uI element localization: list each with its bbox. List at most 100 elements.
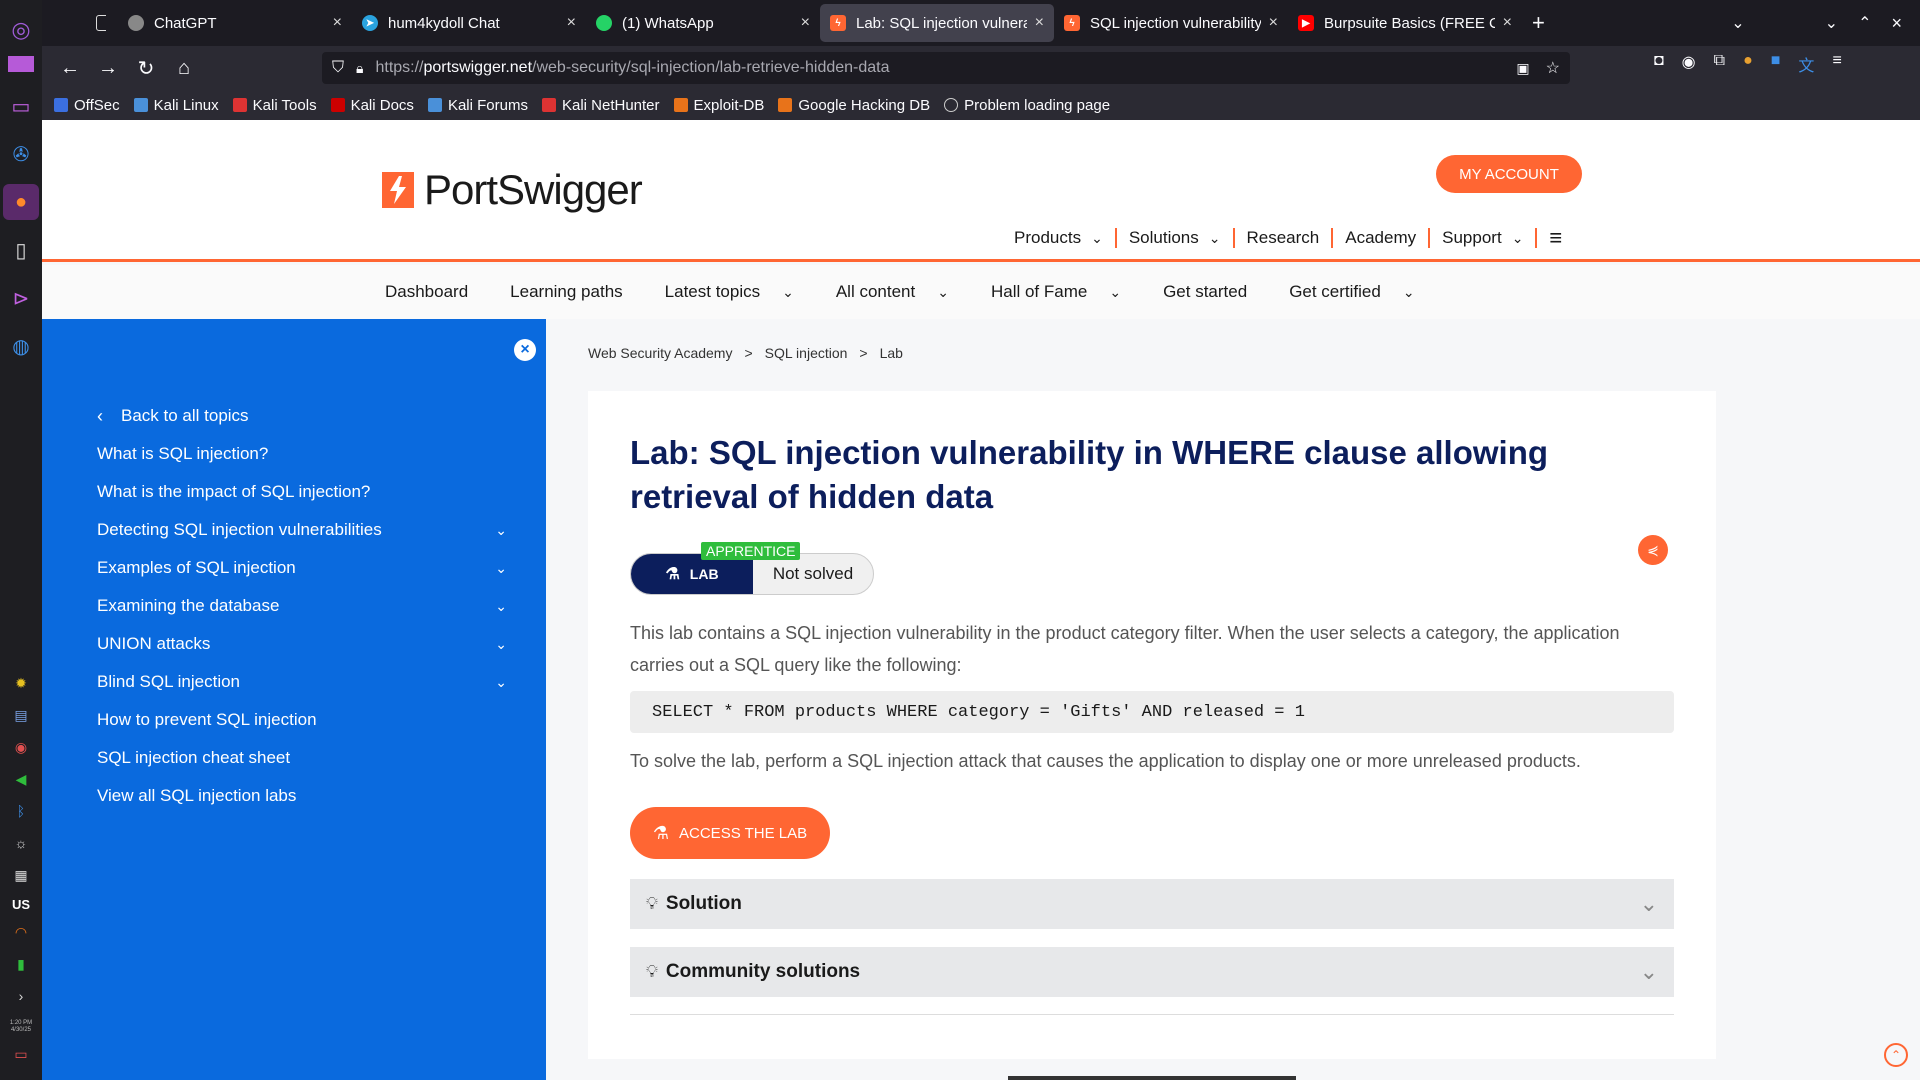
storage-icon[interactable]: ▦ xyxy=(9,863,33,887)
expand-icon[interactable]: › xyxy=(9,984,33,1008)
back-icon[interactable]: ← xyxy=(52,52,88,84)
close-icon[interactable]: × xyxy=(1035,14,1044,32)
tab-youtube-burpsuite[interactable]: ▶ Burpsuite Basics (FREE Co × xyxy=(1288,4,1522,42)
close-icon[interactable]: × xyxy=(801,14,810,32)
account-icon[interactable]: ◉ xyxy=(1682,52,1696,76)
tab-lab-sql-injection[interactable]: ϟ Lab: SQL injection vulnerab × xyxy=(820,4,1054,42)
subnav-all-content[interactable]: All content ⌄ xyxy=(836,282,949,302)
solution-accordion[interactable]: 💡︎ Solution ⌄ xyxy=(630,879,1674,929)
sidebar-item[interactable]: Blind SQL injection ⌄ xyxy=(97,663,507,701)
breadcrumb-item[interactable]: SQL injection xyxy=(765,345,848,361)
sidebar-item[interactable]: Examples of SQL injection ⌄ xyxy=(97,549,507,587)
subnav-get-certified[interactable]: Get certified ⌄ xyxy=(1289,282,1414,302)
close-icon[interactable]: × xyxy=(333,14,342,32)
file-manager-icon[interactable]: ▭ xyxy=(3,88,39,124)
media-icon[interactable]: ◉ xyxy=(9,735,33,759)
list-tabs-icon[interactable]: ⌄ xyxy=(1721,4,1754,42)
bookmark-kali-docs[interactable]: Kali Docs xyxy=(330,97,414,114)
notification-icon[interactable]: ✹ xyxy=(9,671,33,695)
clock[interactable]: 1:20 PM 4/30/25 xyxy=(10,1020,32,1034)
chevron-down-icon[interactable]: ⌄ xyxy=(495,522,507,539)
bookmark-kali-linux[interactable]: Kali Linux xyxy=(133,97,219,114)
hamburger-menu-icon[interactable]: ≡ xyxy=(1537,225,1574,250)
reader-view-icon[interactable]: ▣ xyxy=(1516,60,1529,77)
home-icon[interactable]: ⌂ xyxy=(166,52,202,84)
access-lab-button[interactable]: ⚗ ACCESS THE LAB xyxy=(630,807,830,859)
tab-overview[interactable] xyxy=(42,4,106,42)
sidebar-item[interactable]: SQL injection cheat sheet xyxy=(97,739,507,777)
maximize-icon[interactable]: ⌃ xyxy=(1848,4,1881,42)
sidebar-item[interactable]: How to prevent SQL injection xyxy=(97,701,507,739)
terminal-icon[interactable]: ⊳ xyxy=(3,280,39,316)
bookmark-kali-forums[interactable]: Kali Forums xyxy=(427,97,528,114)
clipboard-icon[interactable]: ▤ xyxy=(9,703,33,727)
tab-sql-injection[interactable]: ϟ SQL injection vulnerability × xyxy=(1054,4,1288,42)
breadcrumb-item[interactable]: Web Security Academy xyxy=(588,345,732,361)
kali-app-icon[interactable]: ✇ xyxy=(3,136,39,172)
reload-icon[interactable]: ↻ xyxy=(128,52,164,84)
firefox-icon[interactable]: ● xyxy=(3,184,39,220)
tracking-protection-icon[interactable]: ⛉ xyxy=(332,59,344,77)
new-tab-button[interactable]: + xyxy=(1522,4,1555,42)
subnav-dashboard[interactable]: Dashboard xyxy=(385,282,468,302)
my-account-button[interactable]: MY ACCOUNT xyxy=(1436,155,1582,193)
nav-support[interactable]: Support ⌄ xyxy=(1430,228,1538,248)
extension-cookie-icon[interactable]: ● xyxy=(1743,52,1753,76)
subnav-learning-paths[interactable]: Learning paths xyxy=(510,282,622,302)
close-icon[interactable]: × xyxy=(1503,14,1512,32)
bookmark-kali-tools[interactable]: Kali Tools xyxy=(232,97,317,114)
tab-chatgpt[interactable]: ChatGPT × xyxy=(118,4,352,42)
sidebar-item[interactable]: Detecting SQL injection vulnerabilities ⌄ xyxy=(97,511,507,549)
sidebar-item[interactable]: UNION attacks ⌄ xyxy=(97,625,507,663)
bookmark-offsec[interactable]: OffSec xyxy=(54,97,120,114)
sidebar-item[interactable]: What is SQL injection? xyxy=(97,435,507,473)
close-window-icon[interactable]: × xyxy=(1881,4,1912,42)
community-solutions-accordion[interactable]: 💡︎ Community solutions ⌄ xyxy=(630,947,1674,997)
close-icon[interactable]: × xyxy=(1269,14,1278,32)
chevron-down-icon[interactable]: ⌄ xyxy=(495,636,507,653)
extension-blue-icon[interactable]: ■ xyxy=(1771,52,1781,76)
bluetooth-icon[interactable]: ᛒ xyxy=(9,799,33,823)
close-icon[interactable]: × xyxy=(567,14,576,32)
lock-icon[interactable]: 🔒︎ xyxy=(356,60,363,77)
workspace-icon[interactable] xyxy=(3,52,39,76)
menu-icon[interactable]: ≡ xyxy=(1832,52,1841,76)
pocket-icon[interactable]: ◘ xyxy=(1654,52,1664,76)
url-bar[interactable]: ⛉ 🔒︎ https://portswigger.net/web-securit… xyxy=(322,52,1570,84)
scroll-to-top-icon[interactable]: ⌃ xyxy=(1884,1043,1908,1067)
sidebar-item[interactable]: View all SQL injection labs xyxy=(97,777,507,815)
chevron-down-icon[interactable]: ⌄ xyxy=(495,674,507,691)
kali-menu-icon[interactable]: ◎ xyxy=(3,12,39,48)
nav-solutions[interactable]: Solutions ⌄ xyxy=(1117,228,1235,248)
text-editor-icon[interactable]: ▯ xyxy=(3,232,39,268)
chromium-icon[interactable]: ◍ xyxy=(3,328,39,364)
bookmark-google-hacking-db[interactable]: Google Hacking DB xyxy=(778,97,930,114)
nav-academy[interactable]: Academy xyxy=(1333,228,1431,248)
bookmark-problem-loading[interactable]: Problem loading page xyxy=(944,97,1110,114)
close-sidebar-icon[interactable]: × xyxy=(514,339,536,361)
subnav-latest-topics[interactable]: Latest topics ⌄ xyxy=(665,282,794,302)
translate-icon[interactable]: 文 xyxy=(1798,52,1814,76)
portswigger-logo[interactable]: PortSwigger xyxy=(382,166,643,214)
chevron-down-icon[interactable]: ⌄ xyxy=(495,560,507,577)
tab-telegram[interactable]: ➤ hum4kydoll Chat × xyxy=(352,4,586,42)
subnav-get-started[interactable]: Get started xyxy=(1163,282,1247,302)
nav-research[interactable]: Research xyxy=(1235,228,1334,248)
volume-icon[interactable]: ◀ xyxy=(9,767,33,791)
nav-products[interactable]: Products ⌄ xyxy=(1002,228,1117,248)
keyboard-layout[interactable]: US xyxy=(12,897,30,912)
chevron-down-icon[interactable]: ⌄ xyxy=(495,598,507,615)
show-desktop-icon[interactable]: ▭ xyxy=(9,1042,33,1066)
sidebar-item[interactable]: What is the impact of SQL injection? xyxy=(97,473,507,511)
share-icon[interactable]: ⋞ xyxy=(1638,535,1668,565)
sidebar-item[interactable]: Examining the database ⌄ xyxy=(97,587,507,625)
breadcrumb-item[interactable]: Lab xyxy=(880,345,903,361)
wifi-icon[interactable]: ◠ xyxy=(9,920,33,944)
tab-whatsapp[interactable]: (1) WhatsApp × xyxy=(586,4,820,42)
subnav-hall-of-fame[interactable]: Hall of Fame ⌄ xyxy=(991,282,1121,302)
battery-icon[interactable]: ▮ xyxy=(9,952,33,976)
bookmark-kali-nethunter[interactable]: Kali NetHunter xyxy=(541,97,660,114)
minimize-icon[interactable]: ⌄ xyxy=(1815,4,1848,42)
extensions-icon[interactable]: ⧉ xyxy=(1714,52,1725,76)
forward-icon[interactable]: → xyxy=(90,52,126,84)
